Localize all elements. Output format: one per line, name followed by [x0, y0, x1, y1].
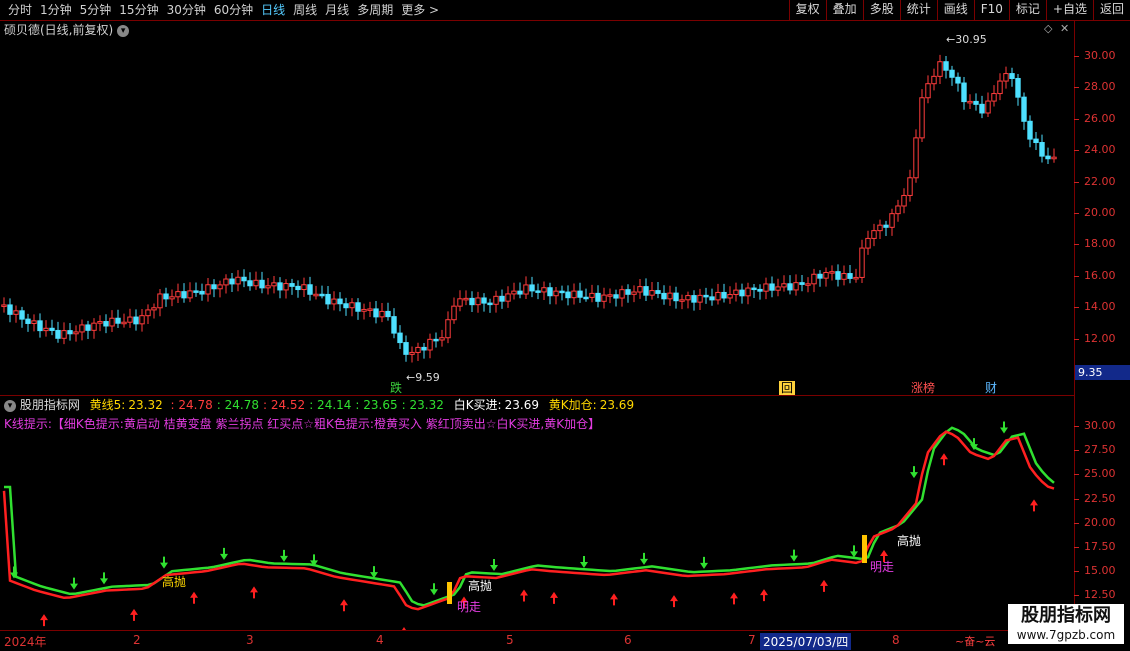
indicator-value: : 23.65 — [355, 398, 398, 412]
price-tick: 24.00 — [1074, 143, 1116, 157]
high-price-label: ←30.95 — [946, 33, 987, 46]
event-badge[interactable]: 跌 — [388, 381, 404, 395]
huangxian-value: 23.32 — [128, 398, 163, 412]
watermark: 股朋指标网 www.7gpzb.com — [1008, 604, 1124, 644]
huangk-value: 23.69 — [599, 398, 635, 412]
indicator-value: : 23.32 — [401, 398, 444, 412]
low-price-label: ←9.59 — [406, 371, 440, 384]
indicator-tick: 25.00 — [1074, 467, 1116, 481]
price-tick: 18.00 — [1074, 237, 1116, 251]
time-label: 6 — [624, 633, 632, 647]
indicator-tick: 17.50 — [1074, 540, 1116, 553]
signal-label: 高抛 — [468, 579, 493, 593]
time-label: 8 — [892, 633, 900, 647]
price-tick: 28.00 — [1074, 80, 1116, 94]
indicator-value: : 24.52 — [262, 398, 306, 412]
time-label: 7 — [748, 633, 756, 647]
watermark-url: www.7gpzb.com — [1016, 628, 1116, 642]
time-label: 3 — [246, 633, 254, 647]
baik-label: 白K买进: — [453, 398, 502, 412]
signal-label: 高抛 — [162, 575, 187, 589]
indicator-value: : 24.14 — [309, 398, 352, 412]
time-label: 2024年 — [4, 635, 47, 649]
price-tick: 30.00 — [1074, 49, 1116, 62]
kline-hint: K线提示:【细K色提示:黄启动 桔黄变盘 紫兰拐点 红买点☆粗K色提示:橙黄买入… — [4, 417, 601, 431]
time-label: 2 — [133, 633, 141, 647]
panel-divider — [0, 395, 1074, 396]
signal-label: 明走 — [457, 600, 482, 614]
indicator-name: 股朋指标网 — [19, 398, 80, 412]
indicator-value: : 24.78 — [170, 398, 213, 412]
huangxian-label: 黄线5: — [89, 398, 126, 412]
event-badge[interactable]: 涨榜 — [909, 381, 937, 395]
indicator-tick: 27.50 — [1074, 443, 1116, 457]
indicator-tick: 20.00 — [1074, 515, 1116, 529]
indicator-header: ▾ 股朋指标网 黄线5: 23.32 : 24.78: 24.78: 24.52:… — [4, 397, 634, 413]
indicator-value: : 24.78 — [216, 398, 259, 412]
indicator-menu-icon[interactable]: ▾ — [4, 399, 16, 412]
price-tick: 16.00 — [1074, 268, 1116, 282]
time-label: 5 — [506, 633, 514, 647]
cursor-date: 2025/07/03/四 — [760, 633, 852, 650]
price-tick: 14.00 — [1074, 300, 1116, 314]
watermark-title: 股朋指标网 — [1021, 605, 1111, 626]
action-button[interactable]: 返回 — [1092, 0, 1130, 20]
indicator-tick: 12.50 — [1074, 588, 1116, 602]
indicator-tick: 15.00 — [1074, 564, 1116, 578]
price-tick: 22.00 — [1074, 174, 1116, 188]
price-tick: 26.00 — [1074, 111, 1116, 125]
price-tick: 12.00 — [1074, 331, 1116, 345]
time-label: 4 — [376, 633, 384, 647]
high-price-value: 30.95 — [955, 33, 987, 46]
price-tick: 20.00 — [1074, 206, 1116, 219]
time-axis: 2024年 2 3 4 5 6 7 2025/07/03/四 8 ~奋~云 — [0, 630, 1074, 651]
low-price-value: 9.59 — [415, 371, 440, 384]
baik-value: 23.69 — [504, 398, 539, 412]
indicator-tick: 22.50 — [1074, 491, 1116, 505]
event-badge[interactable]: 财 — [983, 381, 999, 395]
current-price: 9.35 — [1075, 365, 1130, 380]
indicator-values: : 24.78: 24.78: 24.52: 24.14: 23.65: 23.… — [167, 398, 444, 412]
event-badge[interactable]: 回 — [779, 381, 796, 395]
indicator-tick: 30.00 — [1074, 419, 1116, 432]
signal-label: 明走 — [870, 560, 895, 574]
signal-label: 高抛 — [897, 534, 922, 548]
cloud-label: ~奋~云 — [955, 635, 996, 648]
huangk-label: 黄K加仓: — [548, 398, 597, 412]
